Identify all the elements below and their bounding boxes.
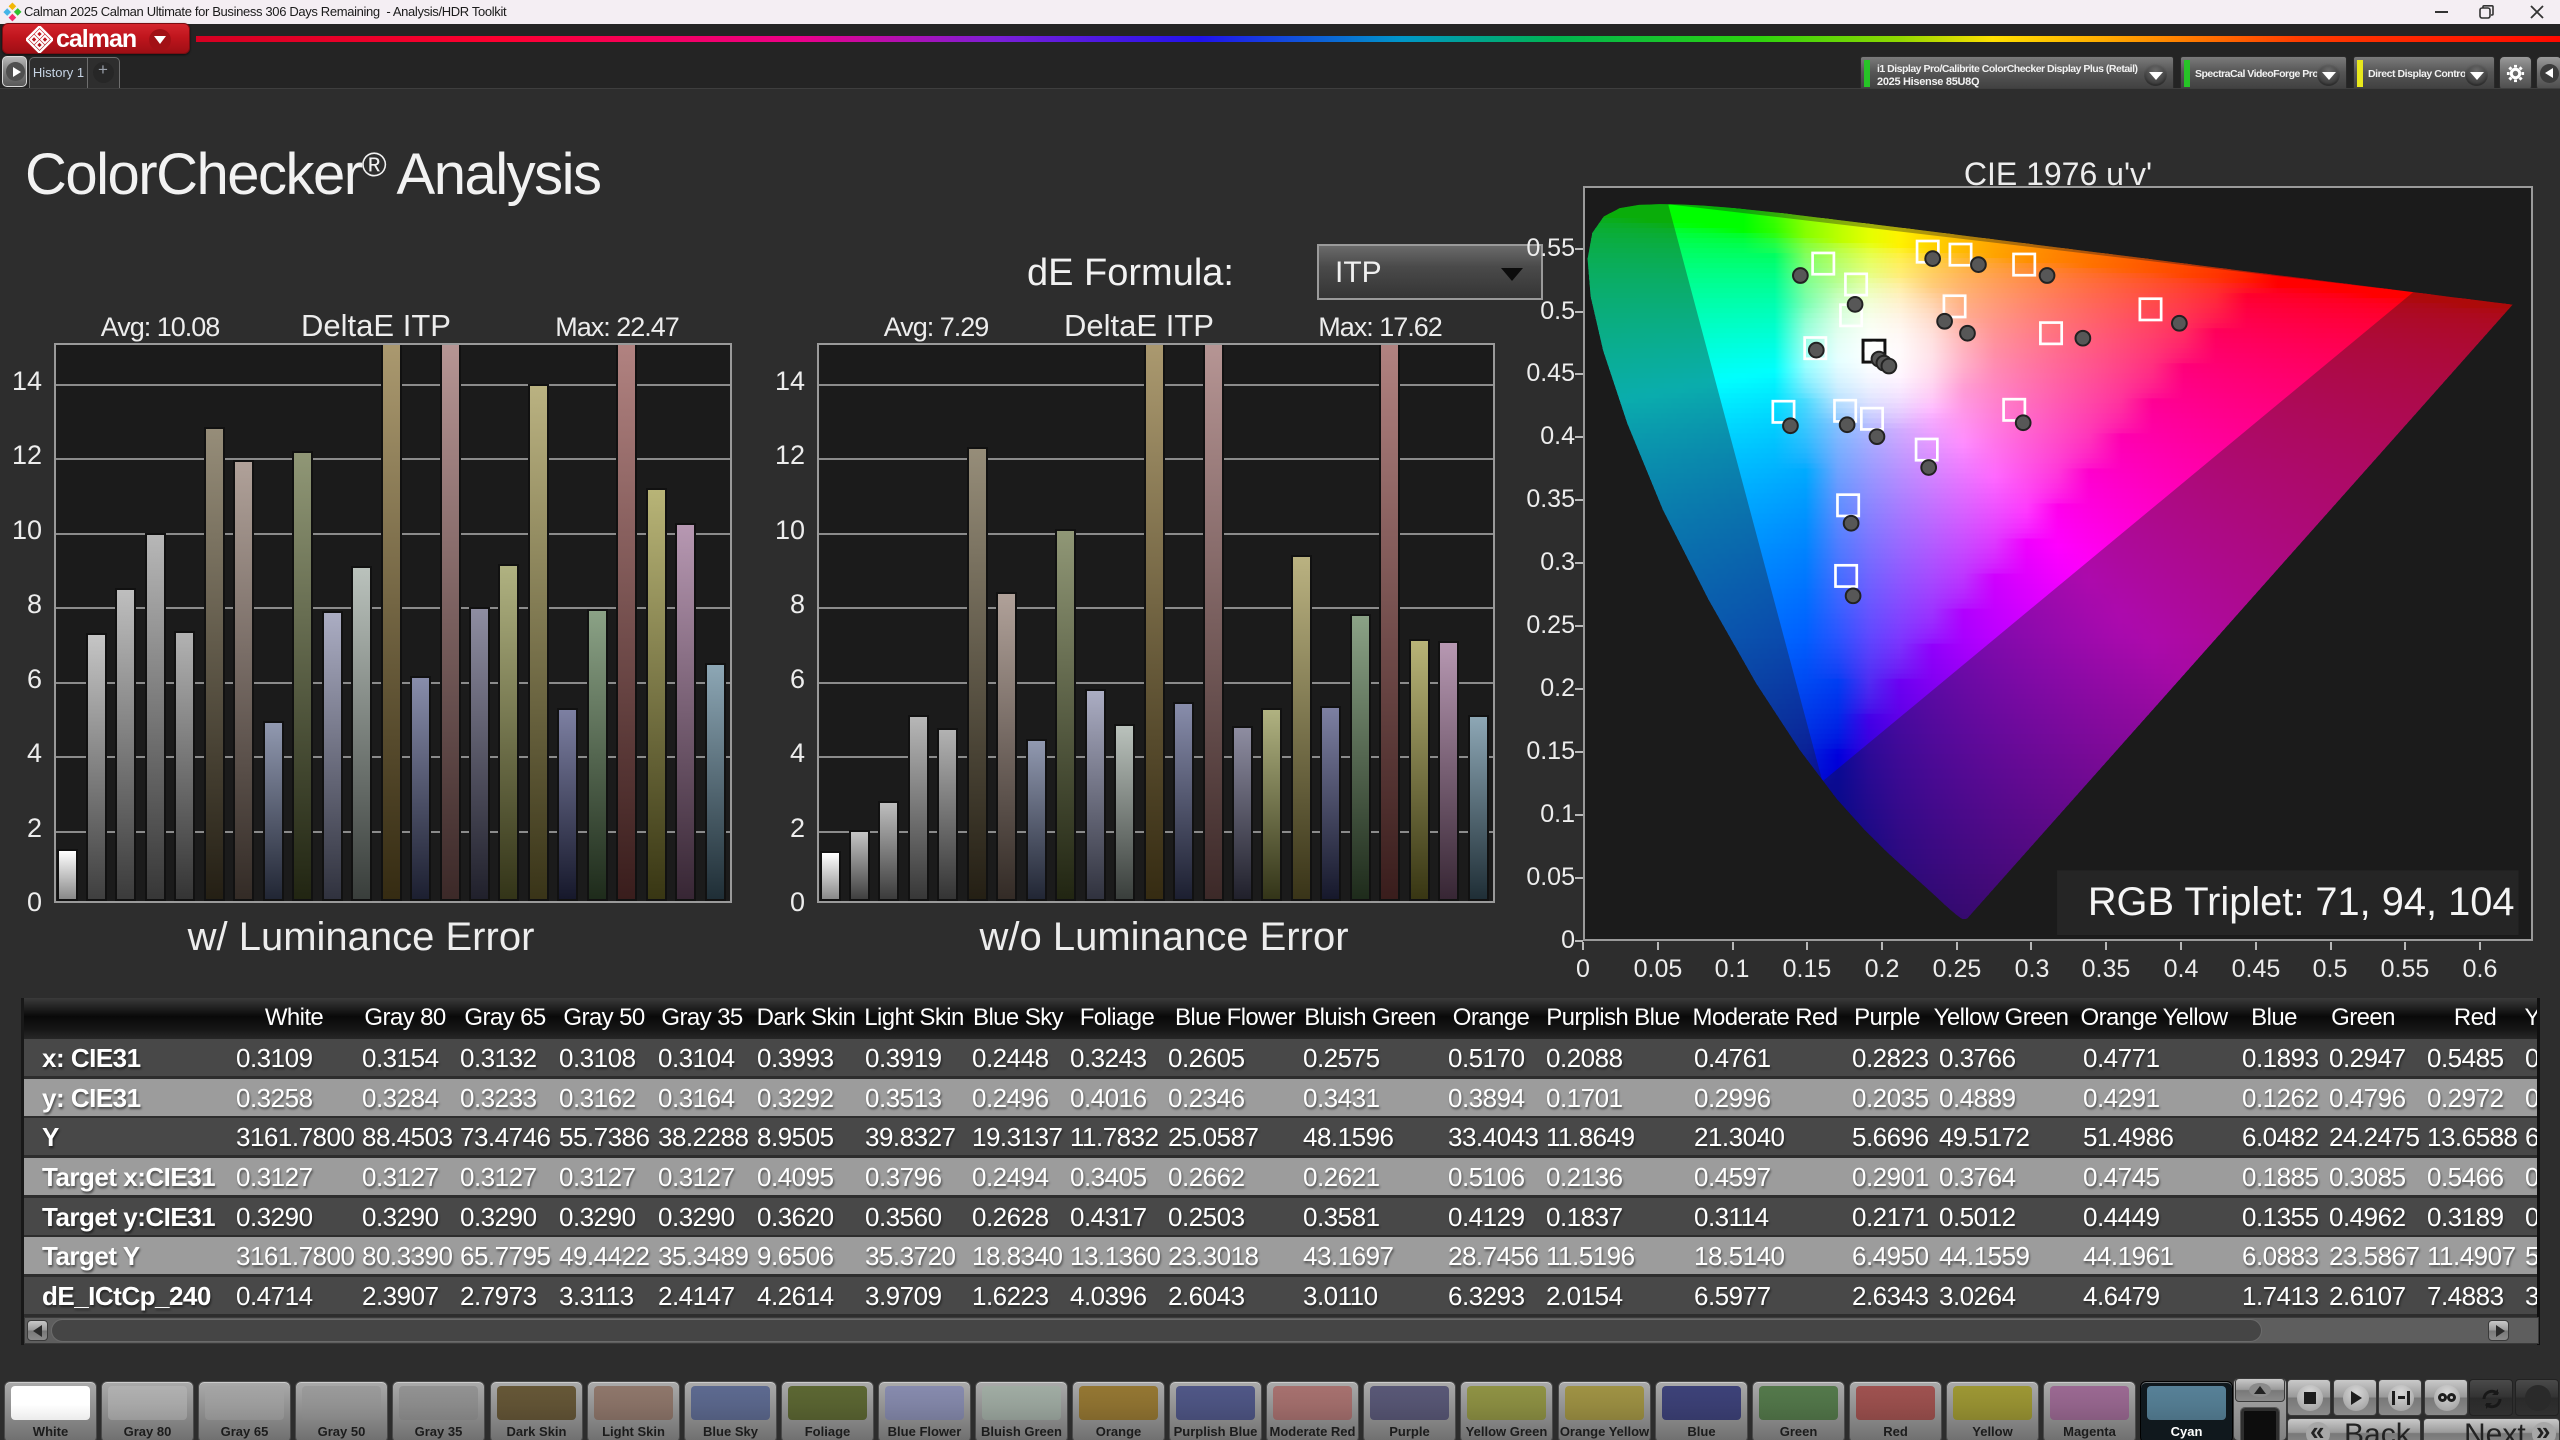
svg-text:RGB Triplet: 71, 94, 104: RGB Triplet: 71, 94, 104 <box>2088 880 2515 924</box>
